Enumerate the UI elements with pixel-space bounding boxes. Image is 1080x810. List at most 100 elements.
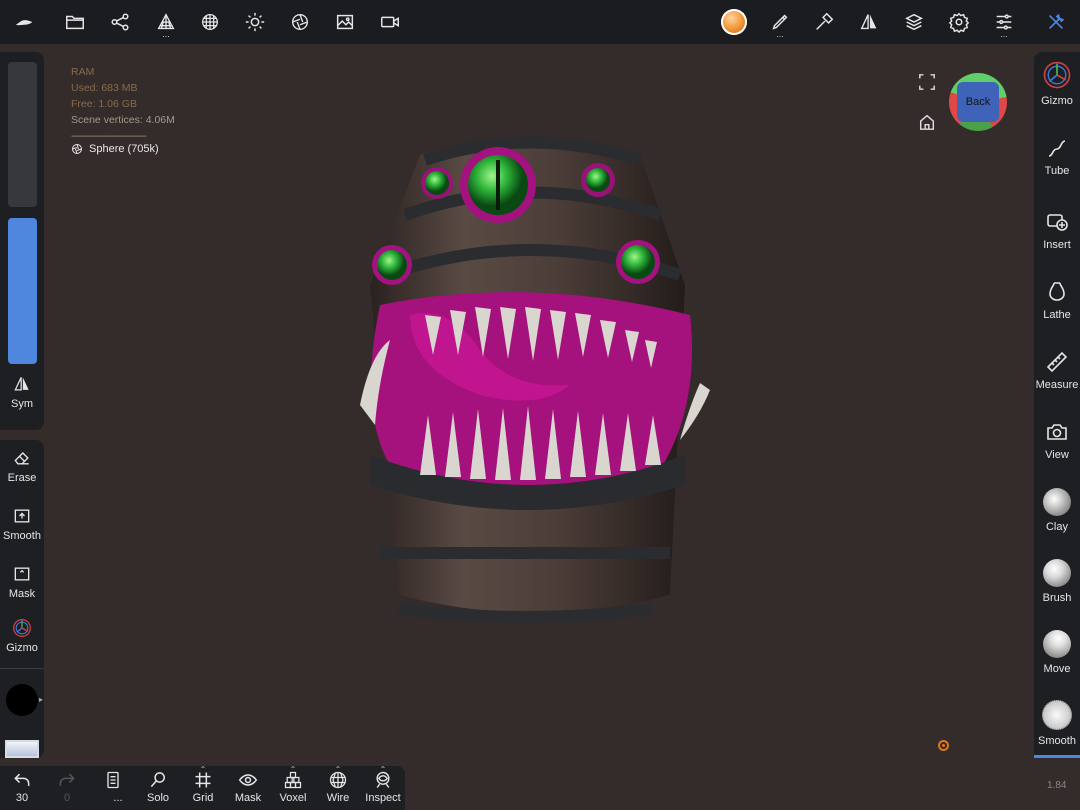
paint-icon[interactable]: ... (764, 6, 796, 39)
smooth-tool-button[interactable]: Smooth (1034, 698, 1080, 758)
model-viewport-mesh[interactable] (340, 125, 720, 630)
home-icon[interactable] (918, 113, 936, 136)
clay-sphere-icon (1043, 488, 1071, 516)
erase-button[interactable]: Erase (0, 448, 44, 484)
right-gizmo-button[interactable]: Gizmo (1034, 60, 1080, 107)
material-sphere-icon[interactable] (718, 6, 750, 38)
light-icon[interactable] (239, 6, 271, 38)
layers-icon[interactable] (898, 6, 930, 38)
paint-more-dots: ... (776, 29, 784, 39)
wire-caret-icon: ⌃ (334, 765, 342, 774)
lathe-button[interactable]: Lathe (1034, 280, 1080, 321)
settings-icon[interactable] (943, 6, 975, 38)
mesh-icon (72, 144, 82, 154)
sliders-more-dots: ... (1000, 29, 1008, 39)
tools-icon[interactable] (1040, 6, 1072, 38)
pivot-point[interactable] (938, 740, 949, 751)
eye-icon (238, 774, 258, 786)
smooth-button[interactable]: Smooth (0, 506, 44, 542)
voxel-button[interactable]: ⌃ Voxel (271, 765, 315, 804)
ram-free: Free: 1.06 GB (71, 98, 137, 110)
mask-label: Mask (8, 588, 36, 600)
scene-vertices: Scene vertices: 4.06M (71, 114, 175, 126)
history-button[interactable]: ... (91, 770, 135, 804)
radius-slider[interactable] (8, 62, 37, 207)
grid-button[interactable]: ⌃ Grid (181, 765, 225, 804)
hammer-icon[interactable] (808, 6, 840, 38)
insert-label: Insert (1043, 239, 1071, 251)
symmetry-icon[interactable] (853, 6, 885, 38)
measure-button[interactable]: Measure (1034, 350, 1080, 391)
scene-graph-icon[interactable] (104, 6, 136, 38)
background-image-icon[interactable] (329, 6, 361, 38)
smooth-label: Smooth (3, 530, 41, 542)
voxel-label: Voxel (279, 792, 307, 804)
voxel-caret-icon: ⌃ (289, 765, 297, 774)
grid-caret-icon: ⌃ (199, 765, 207, 774)
ruler-icon (1046, 351, 1068, 373)
mask-box-icon (14, 567, 30, 581)
mesh-list-item[interactable]: Sphere (705k) (71, 143, 159, 155)
ram-used: Used: 683 MB (71, 82, 138, 94)
redo-icon (59, 773, 75, 786)
folder-icon[interactable] (59, 6, 91, 38)
color-swatch-caret-icon: ▸ (39, 695, 44, 704)
topology-icon[interactable]: ... (150, 6, 182, 39)
intensity-slider[interactable] (8, 218, 37, 364)
gizmo-icon (13, 619, 31, 637)
left-tool-panel: Erase Smooth Mask Gizmo ▸ (0, 440, 44, 758)
gizmo-button[interactable]: Gizmo (0, 618, 44, 654)
gizmo-icon (1043, 61, 1071, 89)
undo-button[interactable]: 30 (0, 770, 44, 804)
view-cube-face[interactable]: Back (957, 82, 999, 122)
bottom-toolbar: 30 0 ... Solo ⌃ Grid Mask ⌃ Voxel ⌃ Wire… (0, 765, 405, 810)
brush-label: Brush (1042, 592, 1072, 604)
lathe-icon (1049, 282, 1065, 301)
erase-label: Erase (7, 472, 37, 484)
undo-icon (14, 773, 30, 786)
solo-button[interactable]: Solo (136, 770, 180, 804)
sliders-icon[interactable]: ... (988, 6, 1020, 39)
fullscreen-icon[interactable] (918, 73, 936, 96)
wire-button[interactable]: ⌃ Wire (316, 765, 360, 804)
inspect-caret-icon: ⌃ (379, 765, 387, 774)
ram-label: RAM (71, 66, 95, 78)
brush-sphere-icon (1043, 559, 1071, 587)
brush-button[interactable]: Brush (1034, 559, 1080, 604)
camera-icon[interactable] (284, 6, 316, 38)
stats-separator: ------------------------------ (71, 130, 147, 142)
grid-label: Grid (192, 792, 214, 804)
topology-more-dots: ... (162, 29, 170, 39)
move-button[interactable]: Move (1034, 630, 1080, 675)
document-icon (107, 771, 119, 789)
panel-divider (0, 668, 44, 669)
move-sphere-icon (1043, 630, 1071, 658)
app-window: ... ... ... Sym Erase Smooth Mask Gizmo … (0, 0, 1080, 810)
clay-label: Clay (1045, 521, 1068, 533)
view-cube-face-label: Back (965, 96, 991, 108)
view-button[interactable]: View (1034, 420, 1080, 461)
smooth-sphere-icon (1042, 700, 1072, 730)
inspect-button[interactable]: ⌃ Inspect (361, 765, 405, 804)
mask-visibility-button[interactable]: Mask (226, 770, 270, 804)
material-preview[interactable] (5, 740, 39, 758)
color-swatch[interactable] (6, 684, 38, 716)
clay-button[interactable]: Clay (1034, 488, 1080, 533)
redo-button[interactable]: 0 (45, 770, 89, 804)
eraser-icon (14, 452, 29, 465)
view-label: View (1045, 449, 1069, 461)
mask-visibility-label: Mask (234, 792, 262, 804)
video-icon[interactable] (374, 6, 406, 38)
version-label: 1.84 (1047, 780, 1067, 791)
more-label: ... (113, 792, 123, 804)
tube-button[interactable]: Tube (1034, 136, 1080, 177)
insert-icon (1047, 214, 1068, 231)
memory-stats: RAM Used: 683 MB Free: 1.06 GB Scene ver… (71, 64, 175, 144)
logo-icon[interactable] (8, 6, 40, 38)
sym-toggle[interactable]: Sym (0, 374, 44, 410)
mask-button[interactable]: Mask (0, 564, 44, 600)
redo-count: 0 (63, 792, 71, 804)
insert-button[interactable]: Insert (1034, 210, 1080, 251)
shading-icon[interactable] (194, 6, 226, 38)
wire-label: Wire (326, 792, 350, 804)
